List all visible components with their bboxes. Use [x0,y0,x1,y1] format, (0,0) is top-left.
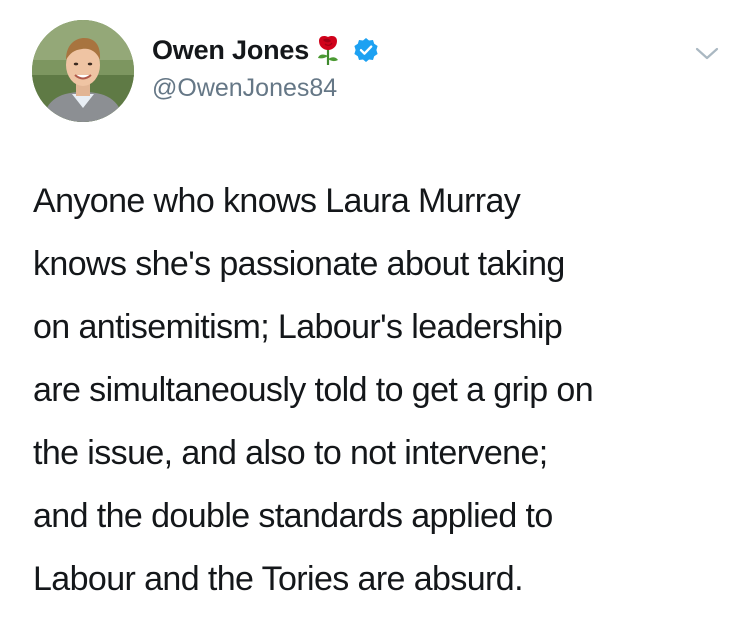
tweet-card: Owen Jones @OwenJones84 Anyone who knows… [0,0,750,632]
profile-photo [32,20,134,122]
chevron-down-icon[interactable] [694,44,720,62]
tweet-text-line: Labour and the Tories are absurd. [33,560,524,598]
verified-badge-icon [353,37,379,63]
tweet-text-line: the issue, and also to not intervene; [33,434,548,472]
avatar[interactable] [32,20,134,122]
author-block: Owen Jones @OwenJones84 [152,34,379,103]
tweet-text-line: and the double standards applied to [33,497,553,535]
tweet-text-line: knows she's passionate about taking [33,245,565,283]
rose-icon [313,34,343,66]
tweet-text-line: Anyone who knows Laura Murray [33,182,521,220]
tweet-text-line: are simultaneously told to get a grip on [33,371,594,409]
display-name[interactable]: Owen Jones [152,35,309,66]
tweet-text: Anyone who knows Laura Murray knows she'… [33,170,733,611]
tweet-text-line: on antisemitism; Labour's leadership [33,308,563,346]
name-row: Owen Jones [152,34,379,66]
handle[interactable]: @OwenJones84 [152,74,379,103]
